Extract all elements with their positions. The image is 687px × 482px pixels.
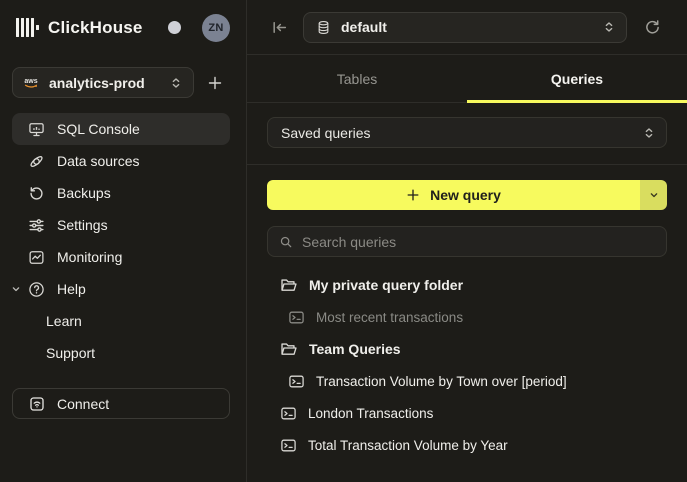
sidebar-item-data-sources[interactable]: Data sources — [12, 145, 230, 177]
query-row[interactable]: Transaction Volume by Town over [period] — [267, 365, 667, 397]
collapse-sidebar-icon[interactable] — [271, 19, 288, 36]
notification-dot-icon[interactable] — [168, 21, 181, 34]
tab-label: Queries — [551, 71, 603, 87]
sidebar-subitem-support[interactable]: Support — [12, 337, 230, 369]
org-selector-row: aws analytics-prod — [12, 67, 230, 98]
database-selector[interactable]: default — [303, 12, 627, 43]
query-label: Transaction Volume by Town over [period] — [316, 374, 567, 389]
sidebar-item-settings[interactable]: Settings — [12, 209, 230, 241]
database-selector-value: default — [341, 19, 602, 35]
query-label: Most recent transactions — [316, 310, 463, 325]
sidebar-item-label: Monitoring — [57, 249, 122, 265]
monitoring-icon — [28, 249, 45, 266]
connect-icon — [29, 396, 45, 412]
org-selector-value: analytics-prod — [49, 75, 169, 91]
help-icon — [28, 281, 45, 298]
saved-queries-selector[interactable]: Saved queries — [267, 117, 667, 148]
org-selector[interactable]: aws analytics-prod — [12, 67, 194, 98]
query-folder-label: My private query folder — [309, 277, 463, 293]
new-query-label: New query — [430, 187, 501, 203]
app-title: ClickHouse — [48, 18, 143, 38]
sidebar-nav: SQL Console Data sources Backups Settings Mo… — [12, 113, 230, 305]
sidebar-item-label: SQL Console — [57, 121, 140, 137]
saved-queries-value: Saved queries — [281, 125, 642, 141]
sidebar-item-backups[interactable]: Backups — [12, 177, 230, 209]
database-icon — [316, 20, 331, 35]
query-folder-row[interactable]: Team Queries — [267, 333, 667, 365]
query-label: Total Transaction Volume by Year — [308, 438, 508, 453]
app-window: ClickHouse ZN aws analytics-prod — [0, 0, 687, 482]
sidebar-item-sql-console[interactable]: SQL Console — [12, 113, 230, 145]
query-row[interactable]: Most recent transactions — [267, 301, 667, 333]
chevron-updown-icon — [642, 126, 656, 140]
chevron-updown-icon — [169, 76, 183, 90]
tab-label: Tables — [337, 71, 377, 87]
query-icon — [288, 309, 305, 326]
query-folder-label: Team Queries — [309, 341, 401, 357]
query-row[interactable]: London Transactions — [267, 397, 667, 429]
query-label: London Transactions — [308, 406, 433, 421]
search-queries-input[interactable] — [302, 234, 656, 250]
chevron-down-icon[interactable] — [10, 283, 22, 295]
settings-icon — [28, 217, 45, 234]
clickhouse-logo-icon — [16, 18, 39, 38]
folder-open-icon — [280, 276, 298, 294]
search-queries-box — [267, 226, 667, 257]
new-query-button[interactable]: New query — [267, 180, 640, 210]
plus-icon — [406, 188, 420, 202]
tab-bar: Tables Queries — [247, 55, 687, 103]
add-service-button[interactable] — [200, 68, 230, 98]
aws-icon: aws — [23, 75, 39, 91]
divider — [247, 164, 687, 165]
search-icon — [279, 235, 293, 249]
sidebar-subitem-label: Learn — [46, 313, 82, 329]
new-query-dropdown-button[interactable] — [640, 180, 667, 210]
query-tree: My private query folder Most recent trans… — [267, 269, 667, 461]
data-sources-icon — [28, 153, 45, 170]
help-subitems: Learn Support — [12, 305, 230, 369]
query-row[interactable]: Total Transaction Volume by Year — [267, 429, 667, 461]
main-panel: default Tables Queries Saved queries — [247, 0, 687, 482]
connect-button[interactable]: Connect — [12, 388, 230, 419]
tab-queries[interactable]: Queries — [467, 55, 687, 102]
folder-open-icon — [280, 340, 298, 358]
sidebar-item-help[interactable]: Help — [12, 273, 230, 305]
sql-console-icon — [28, 121, 45, 138]
connect-label: Connect — [57, 396, 109, 412]
sidebar-item-monitoring[interactable]: Monitoring — [12, 241, 230, 273]
tab-tables[interactable]: Tables — [247, 55, 467, 102]
new-query-split-button: New query — [267, 180, 667, 210]
queries-panel: Saved queries New query — [247, 103, 687, 482]
sidebar-subitem-learn[interactable]: Learn — [12, 305, 230, 337]
sidebar-item-label: Help — [57, 281, 86, 297]
sidebar-item-label: Backups — [57, 185, 111, 201]
sidebar-item-label: Data sources — [57, 153, 139, 169]
query-icon — [280, 405, 297, 422]
sidebar-subitem-label: Support — [46, 345, 95, 361]
query-icon — [280, 437, 297, 454]
backups-icon — [28, 185, 45, 202]
chevron-updown-icon — [602, 20, 616, 34]
main-topbar: default — [247, 0, 687, 55]
query-icon — [288, 373, 305, 390]
sidebar: ClickHouse ZN aws analytics-prod — [0, 0, 247, 482]
refresh-icon[interactable] — [644, 19, 661, 36]
query-folder-row[interactable]: My private query folder — [267, 269, 667, 301]
sidebar-item-label: Settings — [57, 217, 108, 233]
sidebar-header: ClickHouse ZN — [12, 0, 230, 55]
user-avatar[interactable]: ZN — [202, 14, 230, 42]
svg-text:aws: aws — [24, 78, 37, 85]
